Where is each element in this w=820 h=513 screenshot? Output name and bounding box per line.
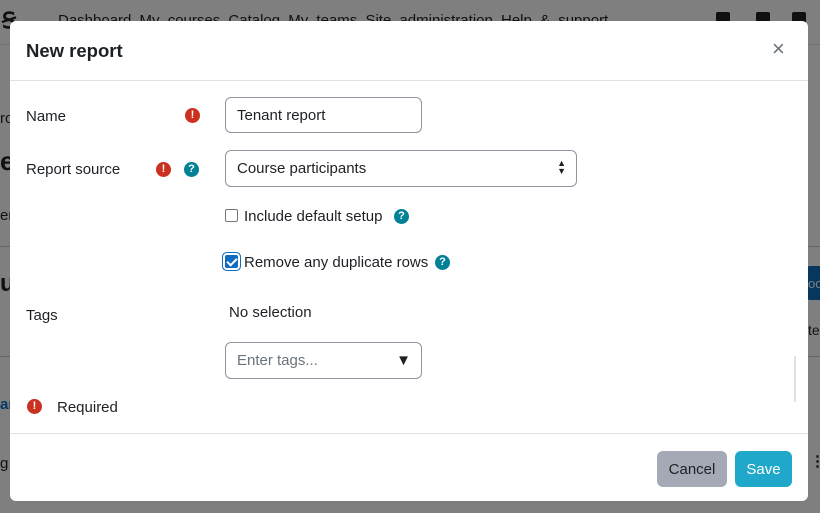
tags-placeholder: Enter tags... xyxy=(237,352,318,369)
tags-label: Tags xyxy=(26,307,58,324)
report-source-label: Report source xyxy=(26,161,121,178)
name-label: Name xyxy=(26,108,67,125)
report-source-select[interactable]: Course participants ▲ ▼ xyxy=(225,150,577,187)
scrollbar[interactable] xyxy=(794,356,796,402)
remove-duplicate-rows-label: Remove any duplicate rows xyxy=(244,254,429,271)
select-arrows-icon: ▲ ▼ xyxy=(557,158,566,176)
modal-title: New report xyxy=(26,40,123,61)
modal-body: Name ! Report source ! ? Course particip… xyxy=(10,81,808,432)
help-icon[interactable]: ? xyxy=(394,209,409,224)
tags-input[interactable]: Enter tags... ▼ xyxy=(225,342,422,379)
modal-header: New report × xyxy=(10,21,808,81)
required-icon: ! xyxy=(156,162,171,177)
help-icon[interactable]: ? xyxy=(435,255,450,270)
include-default-setup-label: Include default setup xyxy=(244,208,383,225)
close-icon[interactable]: × xyxy=(772,38,785,60)
help-icon[interactable]: ? xyxy=(184,162,199,177)
save-button[interactable]: Save xyxy=(735,451,792,487)
include-default-setup-checkbox[interactable] xyxy=(225,209,238,222)
required-icon: ! xyxy=(27,399,42,414)
name-input[interactable] xyxy=(225,97,422,133)
required-note: Required xyxy=(57,399,118,416)
report-source-selected: Course participants xyxy=(237,160,367,177)
required-icon: ! xyxy=(185,108,200,123)
tags-selection: No selection xyxy=(229,304,312,321)
remove-duplicate-rows-checkbox[interactable] xyxy=(225,255,238,268)
modal-footer: Cancel Save xyxy=(10,433,808,501)
triangle-down-icon[interactable]: ▼ xyxy=(396,352,411,369)
new-report-modal: New report × Name ! Report source ! ? Co… xyxy=(10,21,808,501)
cancel-button[interactable]: Cancel xyxy=(657,451,727,487)
